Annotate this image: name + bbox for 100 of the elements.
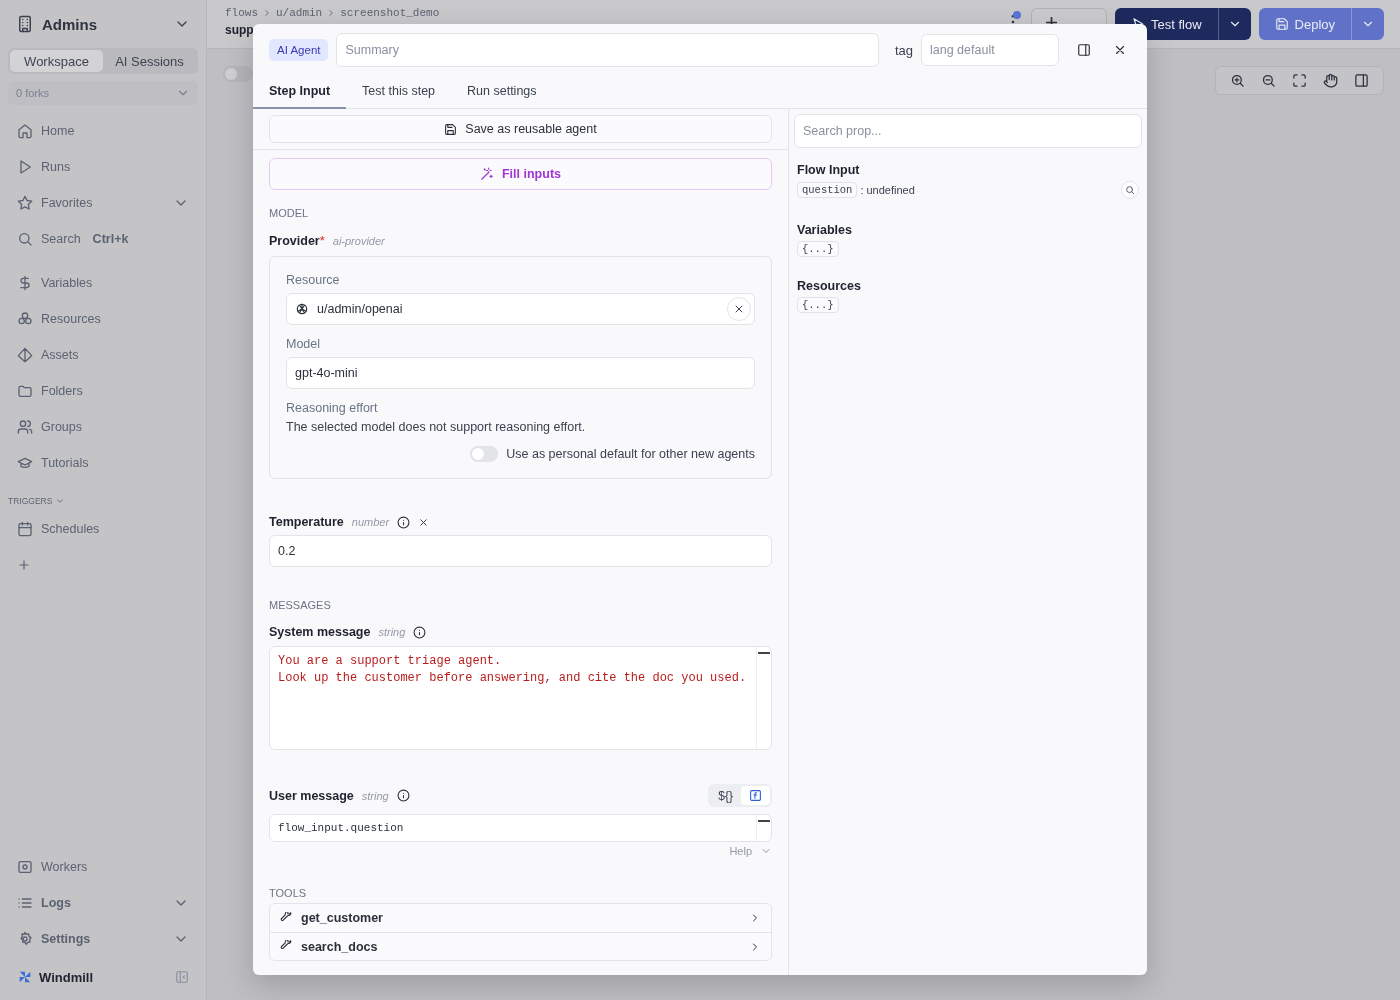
sidebar-item[interactable]: Folders: [8, 373, 198, 409]
zoom-in-icon: [1230, 73, 1245, 88]
panel-icon: [1077, 43, 1091, 57]
breadcrumb-link[interactable]: screenshot_demo: [340, 7, 440, 19]
calendar-icon: [17, 521, 33, 537]
magic-wand-icon: [480, 167, 494, 181]
mode-tab[interactable]: Workspace: [10, 50, 103, 72]
object-preview[interactable]: {...}: [797, 297, 839, 313]
field-type: string: [378, 626, 406, 638]
field-label: Resource: [286, 273, 341, 287]
field-label: System message: [269, 625, 371, 639]
help-toggle[interactable]: Help: [729, 845, 772, 857]
list-icon: [17, 895, 33, 911]
field-type: ai-provider: [332, 234, 385, 247]
clear-button[interactable]: [418, 516, 430, 528]
search-field[interactable]: Search prop...: [794, 114, 1142, 148]
brand-name: Windmill: [39, 969, 95, 985]
tool-item[interactable]: search_docs: [270, 932, 771, 960]
sidebar-item[interactable]: Home: [8, 113, 198, 149]
circles-icon: [17, 311, 33, 327]
field-label: Temperature: [269, 515, 344, 529]
workspace-name[interactable]: Admins: [42, 15, 166, 33]
editor-scrollbar[interactable]: [756, 647, 771, 749]
group-heading: Flow Input: [797, 163, 861, 177]
breadcrumb-link[interactable]: u/admin: [276, 7, 323, 19]
sidebar-item[interactable]: Assets: [8, 337, 198, 373]
star-icon: [17, 195, 33, 211]
breadcrumb-link[interactable]: flows: [225, 7, 258, 19]
function-icon: [749, 789, 762, 802]
info-icon: [397, 515, 411, 529]
function-mode-button[interactable]: [741, 786, 770, 805]
sidebar-item[interactable]: Settings: [8, 921, 198, 957]
toggle-switch[interactable]: [470, 446, 499, 462]
canvas-toggle[interactable]: [223, 66, 253, 82]
summary-field[interactable]: Summary: [336, 33, 879, 67]
chevron-right-icon: [262, 8, 272, 18]
plus-icon: [17, 558, 31, 572]
sidebar-item[interactable]: Variables: [8, 265, 198, 301]
notification-dot: [1012, 11, 1021, 19]
close-icon: [1113, 43, 1127, 57]
info-icon: [396, 789, 410, 802]
tool-item[interactable]: get_customer: [270, 904, 771, 932]
sidebar-item[interactable]: Logs: [8, 885, 198, 921]
search-button[interactable]: [1121, 181, 1139, 199]
field-label: Model: [286, 337, 322, 351]
tab[interactable]: Step Input: [253, 76, 347, 109]
search-icon: [17, 231, 33, 247]
test-options-button[interactable]: [1217, 8, 1251, 40]
field-type: string: [361, 789, 389, 802]
fill-inputs-button[interactable]: Fill inputs: [269, 158, 772, 190]
field-label: Reasoning effort: [286, 401, 379, 415]
sidebar-item[interactable]: Groups: [8, 409, 198, 445]
group-heading: Resources: [797, 279, 862, 293]
tab[interactable]: Test this step: [346, 76, 452, 109]
mode-tab[interactable]: AI Sessions: [103, 50, 196, 72]
deploy-button[interactable]: Deploy: [1258, 8, 1351, 40]
users-icon: [17, 419, 33, 435]
sidebar-item[interactable]: Search Ctrl+k: [8, 221, 198, 257]
code-line: You are a support triage agent.: [278, 654, 503, 668]
sidebar-item[interactable]: Runs: [8, 149, 198, 185]
flow-title: supp: [225, 23, 254, 37]
save-agent-button[interactable]: Save as reusable agent: [269, 115, 772, 143]
fullscreen-icon: [1292, 73, 1307, 88]
close-icon: [418, 516, 430, 528]
toggle-label: Use as personal default for other new agents: [506, 447, 755, 461]
section-heading: MODEL: [269, 207, 310, 219]
sidebar-item[interactable]: Tutorials: [8, 445, 198, 481]
close-icon: [733, 303, 745, 315]
save-icon: [444, 122, 458, 136]
folder-icon: [17, 383, 33, 399]
hand-icon: [1323, 73, 1338, 88]
dollar-icon: [17, 275, 33, 291]
reasoning-note: The selected model does not support reasoning effort.: [286, 420, 587, 434]
separator: :: [860, 184, 864, 196]
model-field[interactable]: gpt-4o-mini: [286, 357, 755, 389]
code-editor[interactable]: flow_input.question: [269, 814, 772, 842]
building-icon: [16, 15, 34, 33]
field-type: number: [351, 516, 390, 528]
editor-scrollbar[interactable]: [756, 815, 771, 841]
sidebar-item[interactable]: Schedules: [8, 511, 198, 547]
panel-icon: [1354, 73, 1369, 88]
info-icon: [413, 625, 427, 639]
deploy-options-button[interactable]: [1351, 8, 1384, 40]
sidebar-item[interactable]: Favorites: [8, 185, 198, 221]
zoom-out-icon: [1261, 73, 1276, 88]
settings-icon: [17, 931, 33, 947]
save-icon: [1274, 17, 1289, 31]
windmill-logo-icon: [17, 969, 33, 985]
tag-field[interactable]: lang default: [921, 34, 1059, 66]
sidebar-item[interactable]: Resources: [8, 301, 198, 337]
temperature-field[interactable]: 0.2: [269, 535, 772, 567]
resource-picker[interactable]: u/admin/openai: [286, 293, 755, 325]
property-key[interactable]: question: [797, 182, 858, 198]
sidebar-item[interactable]: Workers: [8, 849, 198, 885]
play-icon: [17, 159, 33, 175]
code-editor[interactable]: You are a support triage agent. Look up the customer before answering, and cite the doc you used.: [269, 646, 772, 750]
tab[interactable]: Run settings: [451, 76, 553, 109]
home-icon: [17, 123, 33, 139]
code-line: Look up the customer before answering, and cite the doc you used.: [278, 671, 748, 685]
object-preview[interactable]: {...}: [797, 241, 839, 257]
